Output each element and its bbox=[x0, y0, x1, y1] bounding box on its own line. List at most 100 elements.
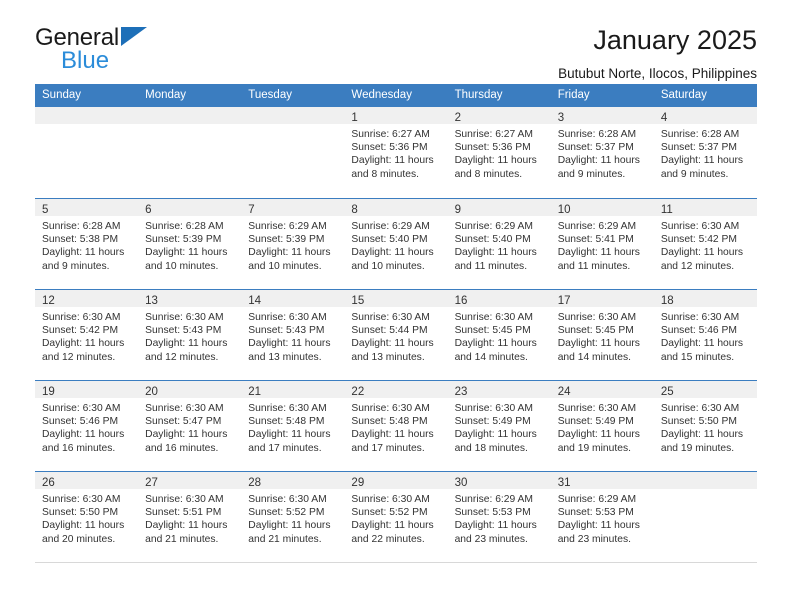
daylight-duration: Daylight: 11 hours and 9 minutes. bbox=[660, 155, 744, 180]
sunrise-time: Sunrise: 6:30 AM bbox=[42, 403, 121, 414]
calendar-day-cell[interactable]: 14 Sunrise: 6:30 AM Sunset: 5:43 PM Dayligh… bbox=[241, 290, 345, 380]
calendar-day-cell[interactable]: 6 Sunrise: 6:28 AM Sunset: 5:39 PM Daylight… bbox=[138, 199, 242, 289]
calendar-day-cell[interactable]: 17 Sunrise: 6:30 AM Sunset: 5:45 PM Dayligh… bbox=[550, 290, 654, 380]
day-sun-info: Sunrise: 6:30 AM Sunset: 5:52 PM Daylight:… bbox=[241, 489, 344, 546]
day-sun-info: Sunrise: 6:29 AM Sunset: 5:41 PM Daylight:… bbox=[551, 216, 654, 273]
day-sun-info: Sunrise: 6:29 AM Sunset: 5:53 PM Daylight:… bbox=[448, 489, 551, 546]
calendar-day-cell[interactable]: 31 Sunrise: 6:29 AM Sunset: 5:53 PM Dayligh… bbox=[550, 472, 654, 562]
sunset-time: Sunset: 5:52 PM bbox=[248, 507, 325, 519]
day-number: 4 bbox=[660, 112, 668, 124]
sunset-time: Sunset: 5:39 PM bbox=[248, 234, 325, 246]
day-sun-info: Sunrise: 6:30 AM Sunset: 5:46 PM Daylight:… bbox=[35, 398, 138, 455]
day-number-band: 31 bbox=[550, 472, 654, 489]
calendar-day-cell[interactable]: 8 Sunrise: 6:29 AM Sunset: 5:40 PM Daylight… bbox=[344, 199, 448, 289]
sunrise-time: Sunrise: 6:30 AM bbox=[42, 312, 121, 323]
day-number-band: 18 bbox=[653, 290, 757, 307]
calendar-day-cell[interactable]: 28 Sunrise: 6:30 AM Sunset: 5:52 PM Dayligh… bbox=[241, 472, 345, 562]
weekday-header-wednesday: Wednesday bbox=[351, 89, 412, 101]
weekday-header-saturday: Saturday bbox=[660, 89, 707, 101]
sunset-time: Sunset: 5:43 PM bbox=[145, 325, 222, 337]
day-number-band: 7 bbox=[241, 199, 345, 216]
calendar-day-cell[interactable]: 16 Sunrise: 6:30 AM Sunset: 5:45 PM Dayligh… bbox=[447, 290, 551, 380]
sunset-time: Sunset: 5:36 PM bbox=[351, 142, 428, 154]
calendar-day-cell[interactable]: 21 Sunrise: 6:30 AM Sunset: 5:48 PM Dayligh… bbox=[241, 381, 345, 471]
daylight-duration: Daylight: 11 hours and 8 minutes. bbox=[351, 155, 434, 180]
calendar-day-cell[interactable]: 30 Sunrise: 6:29 AM Sunset: 5:53 PM Dayligh… bbox=[447, 472, 551, 562]
calendar-day-cell[interactable]: 1 Sunrise: 6:27 AM Sunset: 5:36 PM Daylight… bbox=[344, 107, 448, 198]
calendar-week-row: 19 Sunrise: 6:30 AM Sunset: 5:46 PM Dayligh… bbox=[35, 380, 757, 471]
calendar-day-cell[interactable]: 7 Sunrise: 6:29 AM Sunset: 5:39 PM Daylight… bbox=[241, 199, 345, 289]
day-sun-info: Sunrise: 6:30 AM Sunset: 5:49 PM Daylight:… bbox=[448, 398, 551, 455]
calendar-day-cell[interactable]: 20 Sunrise: 6:30 AM Sunset: 5:47 PM Dayligh… bbox=[138, 381, 242, 471]
calendar-day-cell[interactable]: 26 Sunrise: 6:30 AM Sunset: 5:50 PM Dayligh… bbox=[35, 472, 139, 562]
calendar-day-cell[interactable]: 11 Sunrise: 6:30 AM Sunset: 5:42 PM Dayligh… bbox=[653, 199, 757, 289]
day-sun-info: Sunrise: 6:29 AM Sunset: 5:40 PM Daylight:… bbox=[344, 216, 447, 273]
calendar-day-cell[interactable]: 22 Sunrise: 6:30 AM Sunset: 5:48 PM Dayligh… bbox=[344, 381, 448, 471]
day-sun-info: Sunrise: 6:30 AM Sunset: 5:47 PM Daylight:… bbox=[138, 398, 241, 455]
calendar-day-cell[interactable]: 2 Sunrise: 6:27 AM Sunset: 5:36 PM Daylight… bbox=[447, 107, 551, 198]
day-sun-info: Sunrise: 6:30 AM Sunset: 5:52 PM Daylight:… bbox=[344, 489, 447, 546]
calendar-day-cell[interactable]: 24 Sunrise: 6:30 AM Sunset: 5:49 PM Dayligh… bbox=[550, 381, 654, 471]
weekday-header-thursday: Thursday bbox=[454, 89, 503, 101]
calendar-day-cell[interactable]: 19 Sunrise: 6:30 AM Sunset: 5:46 PM Dayligh… bbox=[35, 381, 139, 471]
weekday-header-sunday: Sunday bbox=[42, 89, 82, 101]
day-number-band bbox=[241, 107, 345, 124]
calendar-day-cell[interactable]: 3 Sunrise: 6:28 AM Sunset: 5:37 PM Daylight… bbox=[550, 107, 654, 198]
calendar-day-cell[interactable]: 13 Sunrise: 6:30 AM Sunset: 5:43 PM Dayligh… bbox=[138, 290, 242, 380]
sunrise-time: Sunrise: 6:30 AM bbox=[454, 403, 533, 414]
day-sun-info: Sunrise: 6:30 AM Sunset: 5:48 PM Daylight:… bbox=[344, 398, 447, 455]
sunset-time: Sunset: 5:49 PM bbox=[454, 416, 531, 428]
day-number: 23 bbox=[454, 386, 468, 398]
sunset-time: Sunset: 5:46 PM bbox=[660, 325, 737, 337]
daylight-duration: Daylight: 11 hours and 23 minutes. bbox=[454, 520, 537, 545]
page-header: General Blue January 2025 Butubut Norte,… bbox=[35, 0, 757, 80]
day-number-band: 24 bbox=[550, 381, 654, 398]
sunset-time: Sunset: 5:45 PM bbox=[557, 325, 634, 337]
calendar-day-cell[interactable]: 10 Sunrise: 6:29 AM Sunset: 5:41 PM Dayligh… bbox=[550, 199, 654, 289]
daylight-duration: Daylight: 11 hours and 8 minutes. bbox=[454, 155, 537, 180]
day-number-band: 26 bbox=[35, 472, 139, 489]
sunset-time: Sunset: 5:51 PM bbox=[145, 507, 222, 519]
calendar-day-cell-empty bbox=[35, 107, 139, 198]
calendar-day-cell[interactable]: 29 Sunrise: 6:30 AM Sunset: 5:52 PM Dayligh… bbox=[344, 472, 448, 562]
day-number-band: 5 bbox=[35, 199, 139, 216]
calendar-day-cell[interactable]: 12 Sunrise: 6:30 AM Sunset: 5:42 PM Dayligh… bbox=[35, 290, 139, 380]
calendar-day-cell[interactable]: 4 Sunrise: 6:28 AM Sunset: 5:37 PM Daylight… bbox=[653, 107, 757, 198]
sunset-time: Sunset: 5:38 PM bbox=[42, 234, 119, 246]
calendar-grid: Sunday Monday Tuesday Wednesday Thursday Frid… bbox=[35, 84, 757, 563]
sunrise-time: Sunrise: 6:30 AM bbox=[351, 494, 430, 505]
day-sun-info: Sunrise: 6:30 AM Sunset: 5:42 PM Daylight:… bbox=[35, 307, 138, 364]
day-number-band: 3 bbox=[550, 107, 654, 124]
calendar-day-cell-empty bbox=[241, 107, 345, 198]
calendar-day-cell[interactable]: 9 Sunrise: 6:29 AM Sunset: 5:40 PM Daylight… bbox=[447, 199, 551, 289]
sunset-time: Sunset: 5:48 PM bbox=[248, 416, 325, 428]
weekday-header-row: Sunday Monday Tuesday Wednesday Thursday Frid… bbox=[35, 84, 757, 107]
day-number: 13 bbox=[145, 295, 158, 307]
day-number: 22 bbox=[351, 386, 365, 398]
day-number: 29 bbox=[351, 477, 365, 489]
day-number-band: 8 bbox=[344, 199, 448, 216]
sunset-time: Sunset: 5:50 PM bbox=[42, 507, 119, 519]
calendar-day-cell[interactable]: 23 Sunrise: 6:30 AM Sunset: 5:49 PM Dayligh… bbox=[447, 381, 551, 471]
day-number: 21 bbox=[248, 386, 262, 398]
day-number: 16 bbox=[454, 295, 468, 307]
calendar-day-cell[interactable]: 27 Sunrise: 6:30 AM Sunset: 5:51 PM Dayligh… bbox=[138, 472, 242, 562]
sunset-time: Sunset: 5:48 PM bbox=[351, 416, 428, 428]
logo-text-blue: Blue bbox=[61, 47, 110, 74]
day-number-band: 21 bbox=[241, 381, 345, 398]
calendar-day-cell[interactable]: 18 Sunrise: 6:30 AM Sunset: 5:46 PM Dayligh… bbox=[653, 290, 757, 380]
day-number-band: 23 bbox=[447, 381, 551, 398]
daylight-duration: Daylight: 11 hours and 12 minutes. bbox=[42, 338, 125, 363]
daylight-duration: Daylight: 11 hours and 9 minutes. bbox=[557, 155, 640, 180]
day-sun-info: Sunrise: 6:30 AM Sunset: 5:42 PM Daylight:… bbox=[654, 216, 757, 273]
daylight-duration: Daylight: 11 hours and 20 minutes. bbox=[42, 520, 125, 545]
calendar-day-cell[interactable]: 15 Sunrise: 6:30 AM Sunset: 5:44 PM Dayligh… bbox=[344, 290, 448, 380]
day-sun-info: Sunrise: 6:30 AM Sunset: 5:45 PM Daylight:… bbox=[448, 307, 551, 364]
day-number: 5 bbox=[42, 204, 49, 216]
calendar-day-cell[interactable]: 25 Sunrise: 6:30 AM Sunset: 5:50 PM Dayligh… bbox=[653, 381, 757, 471]
day-number: 26 bbox=[42, 477, 55, 489]
sunrise-time: Sunrise: 6:30 AM bbox=[660, 312, 740, 323]
calendar-week-row: 12 Sunrise: 6:30 AM Sunset: 5:42 PM Dayligh… bbox=[35, 289, 757, 380]
day-number-band: 4 bbox=[653, 107, 757, 124]
calendar-day-cell[interactable]: 5 Sunrise: 6:28 AM Sunset: 5:38 PM Daylight… bbox=[35, 199, 139, 289]
